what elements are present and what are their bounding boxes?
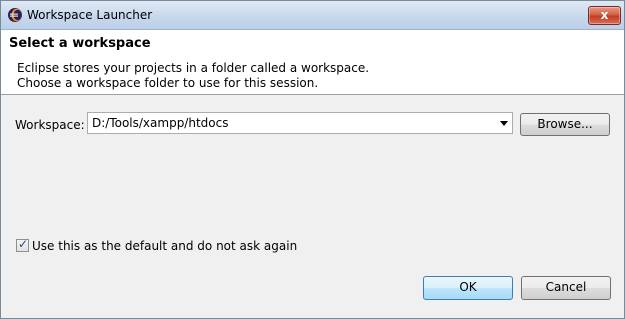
- description-line-1: Eclipse stores your projects in a folder…: [17, 61, 370, 75]
- dialog-description: Eclipse stores your projects in a folder…: [17, 61, 369, 91]
- eclipse-icon: [8, 8, 22, 22]
- checkmark-icon: ✓: [18, 237, 29, 251]
- dialog-heading: Select a workspace: [9, 36, 151, 51]
- workspace-combo-value[interactable]: D:/Tools/xampp/htdocs: [92, 116, 228, 131]
- close-button[interactable]: x: [588, 6, 621, 25]
- workspace-label: Workspace:: [15, 118, 85, 132]
- default-checkbox-label[interactable]: Use this as the default and do not ask a…: [32, 238, 297, 254]
- workspace-launcher-dialog: Workspace Launcher x Select a workspace …: [0, 0, 625, 319]
- title-bar[interactable]: Workspace Launcher x: [1, 1, 624, 30]
- chevron-down-icon[interactable]: [500, 121, 508, 126]
- default-checkbox[interactable]: ✓: [16, 237, 29, 252]
- window-title: Workspace Launcher: [27, 8, 153, 22]
- ok-button[interactable]: OK: [423, 276, 513, 300]
- close-icon: x: [600, 8, 609, 22]
- description-line-2: Choose a workspace folder to use for thi…: [17, 76, 319, 90]
- workspace-combo[interactable]: D:/Tools/xampp/htdocs: [87, 112, 513, 134]
- cancel-button[interactable]: Cancel: [521, 276, 611, 300]
- dialog-header: Select a workspace Eclipse stores your p…: [1, 30, 624, 95]
- browse-button[interactable]: Browse...: [520, 113, 610, 136]
